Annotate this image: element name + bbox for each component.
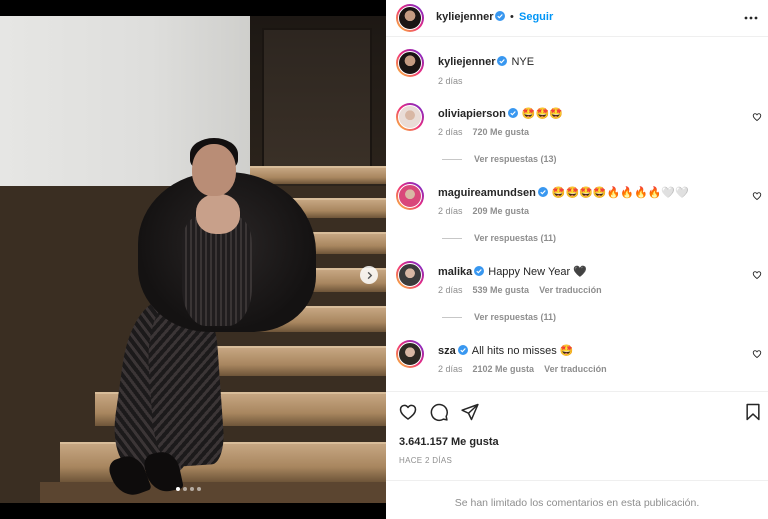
bottom-black-bar <box>0 503 386 519</box>
comment-text: 🤩🤩🤩🤩🔥🔥🔥🔥🤍🤍 <box>551 187 689 199</box>
view-replies-label[interactable]: Ver respuestas (11) <box>474 233 556 243</box>
caption-author-avatar[interactable] <box>396 49 424 77</box>
more-options-icon[interactable] <box>744 11 758 25</box>
comment-time[interactable]: 2 días <box>438 206 463 216</box>
caption-username[interactable]: kyliejenner <box>438 56 495 68</box>
verified-badge-icon <box>497 56 508 66</box>
post-header: kyliejenner • Seguir <box>386 0 768 37</box>
post-time[interactable]: HACE 2 DÍAS <box>399 456 452 465</box>
comments-limited-notice: Se han limitado los comentarios en esta … <box>454 497 700 509</box>
comment: malika Happy New Year 🖤 <box>438 265 587 278</box>
stair-riser <box>40 482 386 503</box>
comment-meta: 2 días 2102 Me gusta Ver traducción <box>438 364 617 374</box>
likes-count[interactable]: 3.641.157 Me gusta <box>399 436 499 448</box>
author-username-text[interactable]: kyliejenner <box>436 11 493 23</box>
bookmark-icon[interactable] <box>743 402 763 422</box>
share-icon[interactable] <box>460 402 480 422</box>
divider <box>386 480 768 481</box>
carousel-dot <box>183 487 187 491</box>
carousel-dots <box>176 487 201 491</box>
comment-username[interactable]: sza <box>438 345 456 357</box>
caption: kyliejenner NYE <box>438 56 534 68</box>
comment-likes[interactable]: 720 Me gusta <box>473 127 530 137</box>
comment-meta: 2 días 720 Me gusta <box>438 127 539 137</box>
comment-text: Happy New Year 🖤 <box>488 266 587 278</box>
comment-meta: 2 días 539 Me gusta Ver traducción <box>438 285 612 295</box>
chevron-right-icon[interactable] <box>360 266 378 284</box>
divider <box>386 391 768 392</box>
carousel-dot <box>190 487 194 491</box>
post-photo[interactable] <box>0 16 386 503</box>
heart-icon[interactable] <box>398 402 418 422</box>
post-details-panel: kyliejenner • Seguir kyliejenner NYE 2 dí… <box>386 0 768 519</box>
person-neck <box>196 194 240 234</box>
stair-step <box>60 442 386 482</box>
person-face <box>192 144 236 196</box>
comment-heart-icon[interactable] <box>752 191 762 201</box>
view-replies-label[interactable]: Ver respuestas (13) <box>474 154 557 164</box>
comment-username[interactable]: malika <box>438 266 472 278</box>
comment-heart-icon[interactable] <box>752 349 762 359</box>
view-replies-button[interactable]: Ver respuestas (11) <box>442 233 556 243</box>
translate-button[interactable]: Ver traducción <box>539 285 602 295</box>
carousel-dot <box>197 487 201 491</box>
comment-meta: 2 días 209 Me gusta <box>438 206 539 216</box>
comment-heart-icon[interactable] <box>752 270 762 280</box>
comment: oliviapierson 🤩🤩🤩 <box>438 107 563 120</box>
verified-badge-icon <box>474 266 485 276</box>
comment-likes[interactable]: 2102 Me gusta <box>473 364 535 374</box>
replies-line <box>442 237 462 239</box>
comment: maguireamundsen 🤩🤩🤩🤩🔥🔥🔥🔥🤍🤍 <box>438 186 689 199</box>
caption-time: 2 días <box>438 76 463 86</box>
comment-icon[interactable] <box>429 402 449 422</box>
comment-time[interactable]: 2 días <box>438 127 463 137</box>
view-replies-button[interactable]: Ver respuestas (13) <box>442 154 557 164</box>
comment-avatar[interactable] <box>396 340 424 368</box>
instagram-post-modal: kyliejenner • Seguir kyliejenner NYE 2 dí… <box>0 0 768 519</box>
translate-button[interactable]: Ver traducción <box>544 364 607 374</box>
comment-text: 🤩🤩🤩 <box>521 108 563 120</box>
comment-time[interactable]: 2 días <box>438 364 463 374</box>
follow-button[interactable]: Seguir <box>519 11 553 23</box>
view-replies-label[interactable]: Ver respuestas (11) <box>474 312 556 322</box>
comment-username[interactable]: oliviapierson <box>438 108 506 120</box>
comment-avatar[interactable] <box>396 261 424 289</box>
photo-window <box>262 28 372 168</box>
comment-time[interactable]: 2 días <box>438 285 463 295</box>
caption-text: NYE <box>511 56 535 68</box>
comment: sza All hits no misses 🤩 <box>438 344 573 357</box>
view-replies-button[interactable]: Ver respuestas (11) <box>442 312 556 322</box>
comment-heart-icon[interactable] <box>752 112 762 122</box>
author-avatar[interactable] <box>396 4 424 32</box>
caption-meta: 2 días <box>438 76 473 86</box>
comment-avatar[interactable] <box>396 182 424 210</box>
carousel-dot <box>176 487 180 491</box>
verified-badge-icon <box>507 108 518 118</box>
author-username[interactable]: kyliejenner <box>436 11 506 23</box>
separator-dot: • <box>510 11 514 23</box>
verified-badge-icon <box>457 345 468 355</box>
replies-line <box>442 316 462 318</box>
comment-likes[interactable]: 209 Me gusta <box>473 206 530 216</box>
comment-text: All hits no misses 🤩 <box>471 345 574 357</box>
verified-badge-icon <box>537 187 548 197</box>
comment-avatar[interactable] <box>396 103 424 131</box>
comment-username[interactable]: maguireamundsen <box>438 187 536 199</box>
verified-badge-icon <box>495 11 506 21</box>
comment-likes[interactable]: 539 Me gusta <box>473 285 530 295</box>
replies-line <box>442 158 462 160</box>
